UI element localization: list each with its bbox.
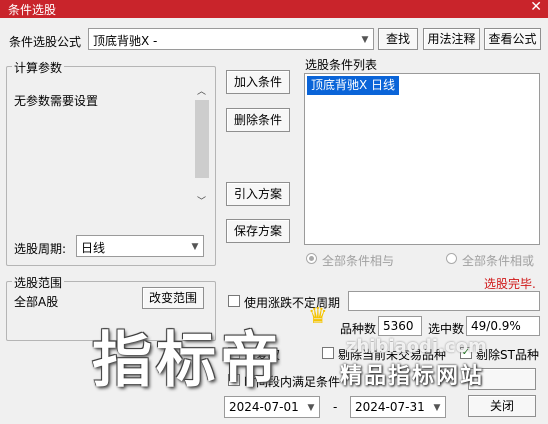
- total-count-value: 5360: [383, 319, 414, 333]
- all-or-label: 全部条件相或: [462, 254, 535, 268]
- condition-list-item[interactable]: 顶底背驰X 日线: [307, 76, 400, 95]
- total-count-field: 5360: [378, 316, 422, 336]
- watermark-logo: 指标帝: [92, 326, 284, 396]
- chevron-down-icon[interactable]: ▼: [187, 236, 203, 256]
- all-and-label: 全部条件相与: [322, 254, 395, 268]
- view-formula-button[interactable]: 查看公式: [484, 28, 541, 50]
- add-condition-button[interactable]: 加入条件: [226, 70, 290, 94]
- chevron-down-icon[interactable]: ▼: [429, 397, 445, 417]
- formula-value: 顶底背驰X -: [93, 34, 158, 48]
- change-range-button[interactable]: 改变范围: [142, 287, 204, 309]
- close-button[interactable]: 关闭: [468, 395, 536, 417]
- start-date-value: 2024-07-01: [229, 400, 299, 414]
- watermark-tagline: 精品指标网站: [340, 364, 485, 389]
- window-title: 条件选股: [8, 3, 57, 17]
- save-plan-button[interactable]: 保存方案: [226, 219, 290, 243]
- formula-label: 条件选股公式: [9, 35, 82, 49]
- formula-select[interactable]: 顶底背驰X - ▼: [88, 28, 374, 50]
- title-bar: 条件选股 ✕: [0, 0, 548, 18]
- condition-list-title: 选股条件列表: [305, 58, 378, 72]
- period-select[interactable]: 日线 ▼: [76, 235, 204, 257]
- total-count-label: 品种数: [340, 322, 377, 336]
- import-plan-button[interactable]: 引入方案: [226, 182, 290, 206]
- scrollbar-thumb[interactable]: [195, 100, 209, 178]
- status-text: 选股完毕.: [484, 277, 536, 291]
- date-separator: -: [333, 400, 338, 414]
- all-and-radio[interactable]: [306, 253, 317, 264]
- range-value: 全部A股: [14, 295, 59, 309]
- range-group-title: 选股范围: [12, 274, 65, 291]
- usage-button[interactable]: 用法注释: [423, 28, 480, 50]
- end-date-value: 2024-07-31: [355, 400, 425, 414]
- all-or-radio[interactable]: [446, 253, 457, 264]
- selected-count-value: 49/0.9%: [471, 319, 521, 333]
- params-group-title: 计算参数: [12, 59, 65, 76]
- watermark-url: zhibiaodi.com: [346, 336, 487, 357]
- params-scrollbar[interactable]: ︿ ﹀: [194, 82, 210, 210]
- condition-list[interactable]: 顶底背驰X 日线: [304, 73, 540, 245]
- scroll-down-icon[interactable]: ﹀: [197, 194, 206, 207]
- chevron-down-icon[interactable]: ▼: [357, 29, 373, 49]
- end-date-picker[interactable]: 2024-07-31 ▼: [350, 396, 446, 418]
- rise-fall-checkbox[interactable]: [228, 295, 240, 307]
- period-value: 日线: [81, 241, 106, 255]
- crown-icon: ♛: [308, 304, 328, 329]
- delete-condition-button[interactable]: 删除条件: [226, 108, 290, 132]
- start-date-picker[interactable]: 2024-07-01 ▼: [224, 396, 320, 418]
- params-message: 无参数需要设置: [14, 94, 99, 108]
- find-button[interactable]: 查找: [378, 28, 418, 50]
- selected-count-label: 选中数: [428, 322, 465, 336]
- exclude-untraded-checkbox[interactable]: [322, 347, 334, 359]
- close-icon[interactable]: ✕: [530, 0, 542, 15]
- period-label: 选股周期:: [14, 242, 67, 256]
- scroll-up-icon[interactable]: ︿: [197, 84, 206, 97]
- selected-count-field: 49/0.9%: [466, 316, 540, 336]
- rise-fall-input[interactable]: [348, 291, 540, 311]
- chevron-down-icon[interactable]: ▼: [303, 397, 319, 417]
